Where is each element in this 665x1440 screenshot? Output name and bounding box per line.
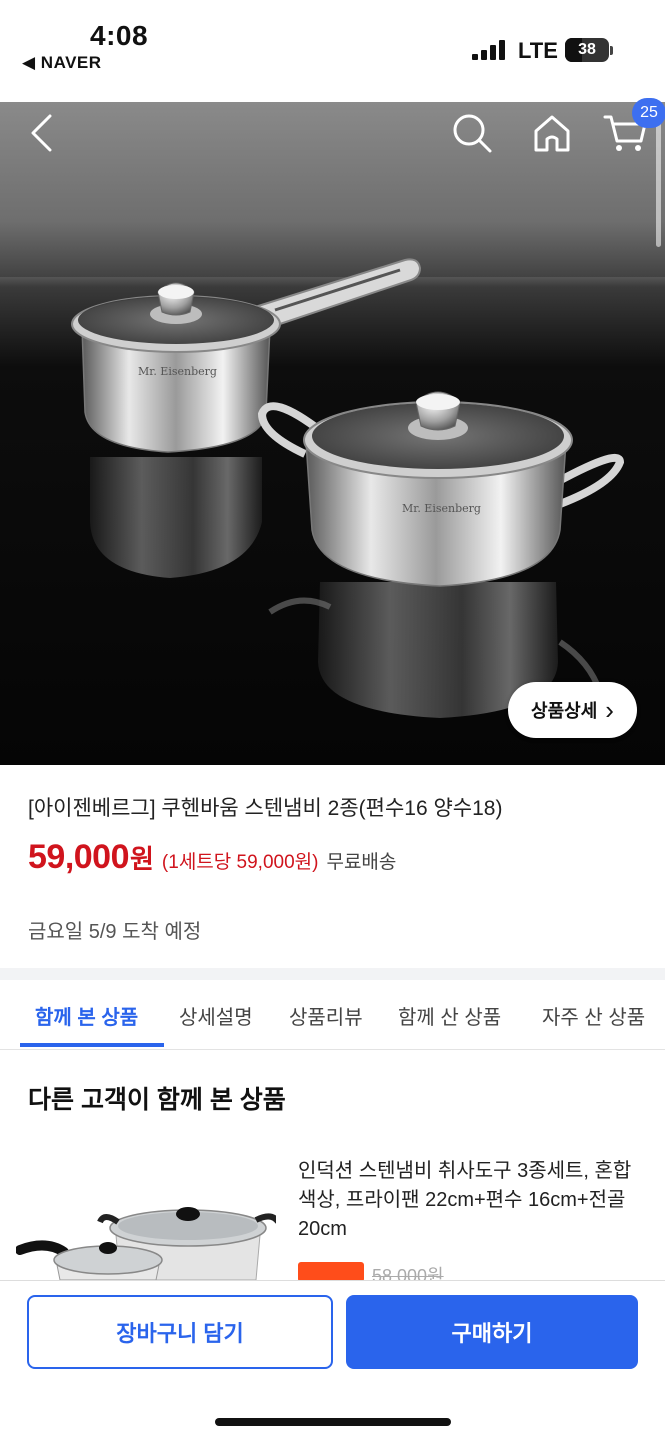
tab-viewed-together[interactable]: 함께 본 상품 (35, 980, 138, 1050)
pot-brand-label: Mr. Eisenberg (138, 365, 217, 378)
product-detail-label: 상품상세 (531, 701, 598, 721)
tab-frequently-bought[interactable]: 자주 산 상품 (542, 980, 645, 1050)
product-price: 59,000 (28, 838, 130, 876)
cart-count-badge: 25 (632, 98, 665, 128)
scroll-indicator (656, 112, 661, 247)
chevron-right-icon: › (605, 694, 614, 725)
casserole-brand-label: Mr. Eisenberg (402, 502, 481, 515)
price-row: 59,000 원 (1세트당 59,000원) 무료배송 (28, 838, 396, 877)
battery-tip (610, 46, 613, 55)
back-arrow-icon (31, 114, 52, 152)
search-button[interactable] (448, 108, 496, 158)
add-to-cart-button[interactable]: 장바구니 담기 (27, 1295, 333, 1369)
product-image: Mr. Eisenberg Mr. Eisenberg (71, 258, 625, 718)
product-title: [아이젠베르그] 쿠헨바움 스텐냄비 2종(편수16 양수18) (28, 797, 503, 820)
status-time: 4:08 (90, 20, 149, 51)
battery-icon: 38 (565, 38, 609, 62)
buy-now-button[interactable]: 구매하기 (346, 1295, 638, 1369)
discount-badge (298, 1262, 364, 1282)
tab-reviews[interactable]: 상품리뷰 (289, 980, 363, 1050)
shipping-info: 무료배송 (326, 852, 397, 873)
tab-bought-together[interactable]: 함께 산 상품 (398, 980, 501, 1050)
arrival-estimate: 금요일 5/9 도착 예정 (28, 921, 202, 943)
back-to-naver-link[interactable]: ◀ NAVER (22, 53, 102, 73)
tab-bar: 함께 본 상품 상세설명 상품리뷰 함께 산 상품 자주 산 상품 (0, 980, 665, 1050)
status-bar: 4:08 ◀ NAVER LTE 38 (0, 0, 665, 102)
product-detail-button[interactable]: 상품상세 › (508, 682, 637, 738)
bottom-action-bar: 장바구니 담기 구매하기 (0, 1280, 665, 1440)
per-set-price: (1세트당 59,000원) (161, 852, 319, 873)
home-icon (534, 115, 570, 152)
home-button[interactable] (528, 108, 576, 158)
recommended-item-image[interactable] (16, 1180, 276, 1280)
tab-description[interactable]: 상세설명 (179, 980, 253, 1050)
back-button[interactable] (18, 108, 64, 158)
home-indicator[interactable] (215, 1418, 451, 1426)
price-currency: 원 (130, 844, 154, 874)
section-title: 다른 고객이 함께 본 상품 (28, 1086, 286, 1114)
active-tab-indicator (20, 1043, 164, 1047)
search-icon (453, 114, 492, 153)
cellular-signal-icon (472, 40, 508, 60)
network-type: LTE (518, 38, 558, 63)
recommended-item-name[interactable]: 인덕션 스텐냄비 취사도구 3종세트, 혼합색상, 프라이팬 22cm+편수 1… (298, 1157, 638, 1244)
product-image-area[interactable]: Mr. Eisenberg Mr. Eisenberg 상품상세 › (0, 102, 665, 765)
section-divider (0, 968, 665, 980)
battery-percent: 38 (578, 41, 596, 58)
